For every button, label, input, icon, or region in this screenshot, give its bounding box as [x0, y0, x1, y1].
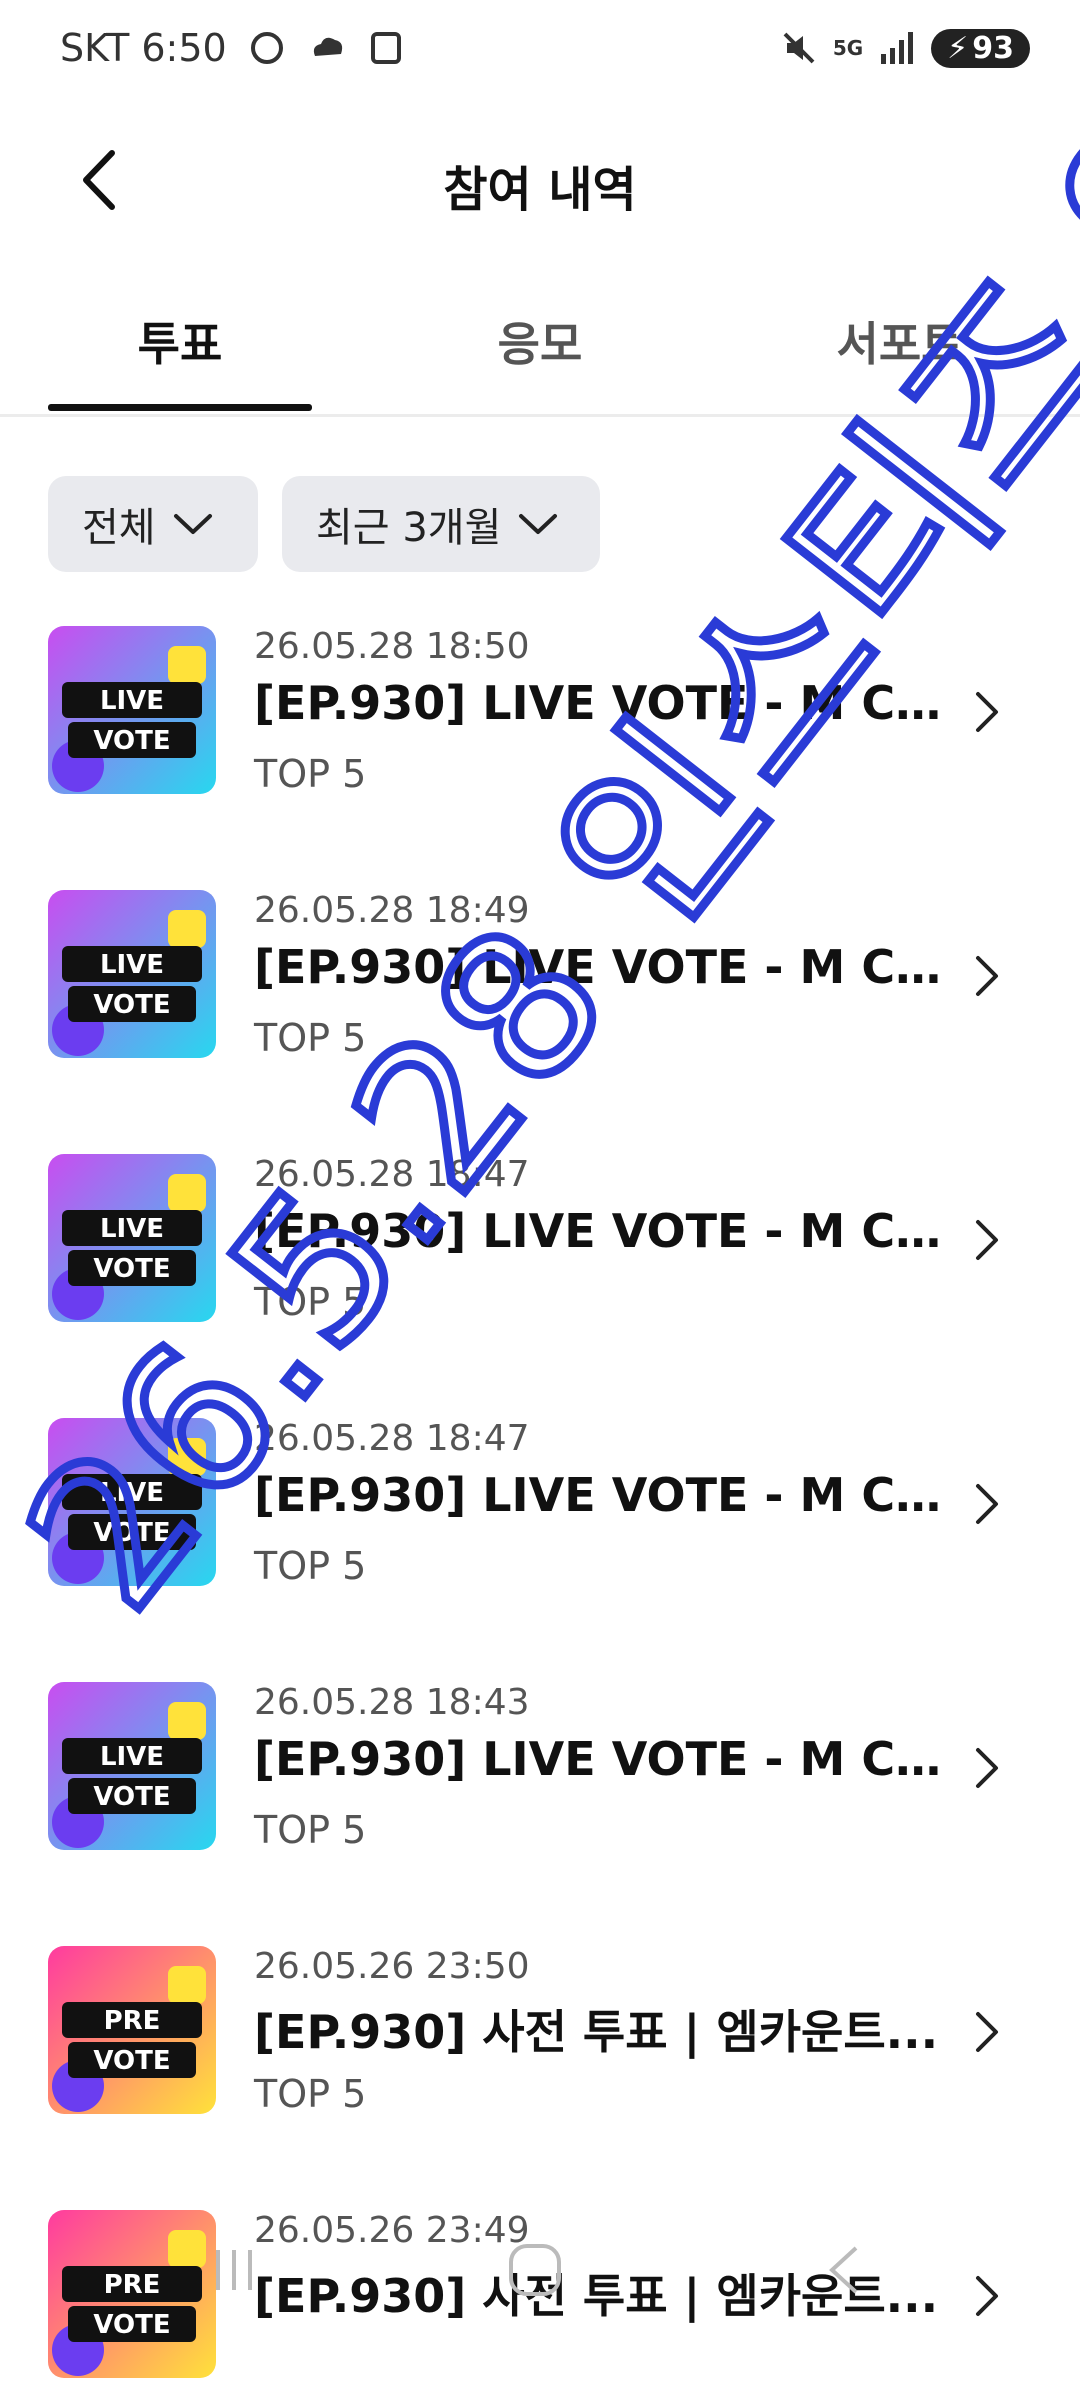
- vote-thumbnail: LIVE VOTE: [48, 1154, 216, 1322]
- item-result: TOP 5: [254, 752, 367, 796]
- svg-text:VOTE: VOTE: [93, 1254, 170, 1284]
- chevron-right-icon: [976, 692, 998, 732]
- battery-indicator: ⚡ 93: [931, 28, 1030, 68]
- svg-text:VOTE: VOTE: [93, 1782, 170, 1812]
- item-result: TOP 5: [254, 1808, 367, 1852]
- list-item[interactable]: LIVE VOTE 26.05.28 18:50 [EP.930] LIVE V…: [48, 626, 1032, 806]
- vote-thumbnail: LIVE VOTE: [48, 626, 216, 794]
- chevron-right-icon: [976, 1484, 998, 1524]
- item-title: [EP.930] LIVE VOTE - M CO...: [254, 676, 944, 730]
- chevron-right-icon: [976, 2012, 998, 2052]
- chevron-right-icon: [976, 956, 998, 996]
- network-label: 5G: [832, 36, 864, 60]
- list-item[interactable]: LIVE VOTE 26.05.28 18:47 [EP.930] LIVE V…: [48, 1154, 1032, 1334]
- item-date: 26.05.28 18:47: [254, 1154, 530, 1195]
- item-title: [EP.930] LIVE VOTE - M CO...: [254, 1204, 944, 1258]
- back-nav-icon[interactable]: [820, 2240, 870, 2300]
- item-result: TOP 5: [254, 1016, 367, 1060]
- item-title: [EP.930] 사전 투표 | 엠카운트...: [254, 2005, 939, 2059]
- tab-vote[interactable]: 투표: [50, 308, 310, 374]
- app-header: 참여 내역: [0, 120, 1080, 240]
- list-item[interactable]: LIVE VOTE 26.05.28 18:47 [EP.930] LIVE V…: [48, 1418, 1032, 1598]
- item-result: TOP 5: [254, 2072, 367, 2116]
- item-date: 26.05.28 18:43: [254, 1682, 530, 1723]
- item-title: [EP.930] LIVE VOTE - M CO...: [254, 940, 944, 994]
- battery-level: 93: [972, 30, 1014, 66]
- chevron-right-icon: [976, 1220, 998, 1260]
- active-tab-indicator: [48, 404, 312, 411]
- signal-icon: [881, 32, 914, 64]
- page-title: 참여 내역: [443, 162, 637, 218]
- svg-text:VOTE: VOTE: [93, 990, 170, 1020]
- item-date: 26.05.28 18:49: [254, 890, 530, 931]
- svg-text:LIVE: LIVE: [100, 686, 164, 716]
- list-item[interactable]: LIVE VOTE 26.05.28 18:49 [EP.930] LIVE V…: [48, 890, 1032, 1070]
- item-date: 26.05.28 18:47: [254, 1418, 530, 1459]
- tab-support[interactable]: 서포트: [770, 308, 1030, 374]
- svg-text:LIVE: LIVE: [100, 950, 164, 980]
- item-title: [EP.930] LIVE VOTE - M CO...: [254, 1732, 944, 1786]
- svg-text:VOTE: VOTE: [93, 1518, 170, 1548]
- svg-text:LIVE: LIVE: [100, 1478, 164, 1508]
- vote-thumbnail: LIVE VOTE: [48, 1682, 216, 1850]
- tab-apply[interactable]: 응모: [410, 308, 670, 374]
- svg-text:LIVE: LIVE: [100, 1742, 164, 1772]
- recent-apps-icon[interactable]: [210, 2240, 260, 2300]
- list-item[interactable]: LIVE VOTE 26.05.28 18:43 [EP.930] LIVE V…: [48, 1682, 1032, 1862]
- svg-text:VOTE: VOTE: [93, 726, 170, 756]
- chevron-down-icon: [173, 514, 212, 534]
- carrier-time: SKT 6:50: [60, 26, 227, 70]
- item-result: TOP 5: [254, 1544, 367, 1588]
- app-notification-icon: [250, 32, 283, 64]
- system-nav-bar: [0, 2240, 1080, 2340]
- item-title: [EP.930] LIVE VOTE - M CO...: [254, 1468, 944, 1522]
- charging-icon: ⚡: [947, 30, 969, 66]
- item-result: TOP 5: [254, 1280, 367, 1324]
- vote-thumbnail: PRE VOTE: [48, 1946, 216, 2114]
- period-filter-label: 최근 3개월: [316, 505, 502, 551]
- watermark-label: 26.5.28 인스티즈 인증: [0, 0, 1080, 1650]
- list-item[interactable]: PRE VOTE 26.05.26 23:50 [EP.930] 사전 투표 |…: [48, 1946, 1032, 2126]
- gallery-icon: [370, 32, 401, 64]
- svg-text:PRE: PRE: [104, 2006, 161, 2036]
- vote-thumbnail: LIVE VOTE: [48, 890, 216, 1058]
- item-date: 26.05.26 23:50: [254, 1946, 530, 1987]
- status-bar: SKT 6:50 5G ⚡ 93: [0, 0, 1080, 96]
- svg-text:VOTE: VOTE: [93, 2046, 170, 2076]
- status-left: SKT 6:50: [60, 26, 407, 70]
- category-filter[interactable]: 전체: [48, 476, 258, 572]
- category-filter-label: 전체: [82, 505, 156, 551]
- mute-icon: [783, 32, 815, 64]
- cloud-icon: [313, 37, 342, 56]
- status-right: 5G ⚡ 93: [779, 28, 1030, 68]
- tab-bar: 투표 응모 서포트: [0, 290, 1080, 417]
- home-icon[interactable]: [505, 2240, 565, 2300]
- item-date: 26.05.28 18:50: [254, 626, 530, 667]
- vote-thumbnail: LIVE VOTE: [48, 1418, 216, 1586]
- period-filter[interactable]: 최근 3개월: [282, 476, 600, 572]
- chevron-right-icon: [976, 1748, 998, 1788]
- svg-text:LIVE: LIVE: [100, 1214, 164, 1244]
- chevron-down-icon: [519, 514, 558, 534]
